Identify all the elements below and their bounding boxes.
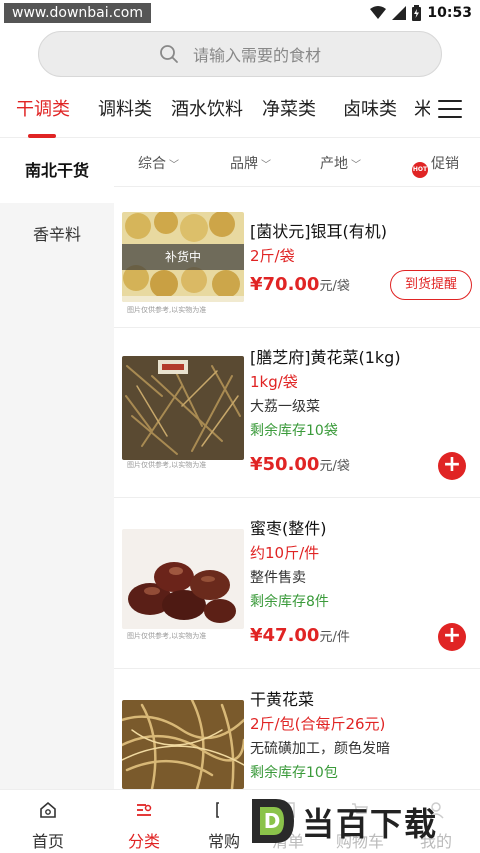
product-card[interactable]: 补货中 图片仅供参考,以实物为准 [菌状元]银耳(有机) 2斤/袋 ¥70.00… [114, 200, 480, 328]
product-name: [菌状元]银耳(有机) [250, 222, 387, 241]
price-value: ¥47.00 [250, 625, 320, 646]
product-spec: 1kg/袋 [250, 373, 298, 391]
price-unit: 元/袋 [319, 459, 350, 474]
logo-mark-icon: D [252, 799, 294, 843]
filter-origin-label: 产地 [320, 156, 348, 172]
product-image [122, 529, 244, 629]
filter-brand[interactable]: 品牌 ﹀ [230, 153, 271, 173]
search-icon [160, 45, 178, 63]
product-card[interactable]: 图片仅供参考,以实物为准 蜜枣(整件) 约10斤/件 整件售卖 剩余库存8件 ¥… [114, 499, 480, 669]
chevron-down-icon: ﹀ [261, 160, 271, 171]
status-icons: 10:53 [370, 4, 472, 22]
nav-home-label: 首页 [31, 832, 64, 851]
tab-seasoning[interactable]: 调料类 [98, 90, 152, 130]
wifi-icon [370, 6, 387, 19]
watermark-text: 当百下载 [302, 805, 439, 843]
status-time: 10:53 [427, 5, 472, 21]
category-tabs: 干调类 调料类 酒水饮料 净菜类 卤味类 米 [0, 90, 480, 138]
product-image [122, 356, 244, 460]
search-placeholder: 请输入需要的食材 [192, 46, 321, 65]
nav-home[interactable]: 首页 [8, 790, 88, 853]
product-name: [膳芝府]黄花菜(1kg) [250, 348, 401, 367]
product-name: 干黄花菜 [250, 690, 315, 709]
product-stock: 剩余库存10袋 [250, 423, 338, 439]
hot-icon: HOT [412, 162, 428, 178]
battery-icon [412, 5, 422, 21]
product-image: 补货中 [122, 212, 244, 302]
product-description: 大荔一级菜 [250, 399, 320, 415]
search-bar[interactable]: 请输入需要的食材 [38, 31, 442, 77]
filter-sort-label: 综合 [138, 156, 166, 172]
price-value: ¥50.00 [250, 454, 320, 475]
signal-icon [392, 6, 407, 20]
active-tab-indicator [28, 134, 56, 138]
tab-clean-vegetables[interactable]: 净菜类 [262, 90, 316, 130]
chevron-down-icon: ﹀ [169, 160, 179, 171]
product-description: 无硫磺加工，颜色发暗 [250, 741, 390, 757]
product-description: 整件售卖 [250, 570, 306, 586]
product-card[interactable]: 图片仅供参考,以实物为准 [膳芝府]黄花菜(1kg) 1kg/袋 大荔一级菜 剩… [114, 328, 480, 498]
image-disclaimer: 图片仅供参考,以实物为准 [127, 461, 207, 469]
category-icon [137, 804, 152, 816]
product-stock: 剩余库存8件 [250, 594, 329, 610]
frequent-icon [216, 802, 219, 818]
tab-drinks[interactable]: 酒水饮料 [171, 90, 243, 130]
product-price: ¥50.00元/袋 [250, 454, 350, 475]
product-name: 蜜枣(整件) [250, 519, 327, 538]
image-disclaimer: 图片仅供参考,以实物为准 [127, 632, 207, 640]
product-spec: 约10斤/件 [250, 544, 320, 562]
sidebar-item-dried-goods[interactable]: 南北干货 [0, 139, 114, 203]
home-icon [40, 801, 56, 818]
nav-category-label: 分类 [127, 832, 160, 851]
logo-letter: D [264, 809, 281, 833]
filter-origin[interactable]: 产地 ﹀ [320, 153, 361, 173]
tab-rice[interactable]: 米 [414, 90, 430, 130]
downbai-watermark-logo: D 当百下载 [246, 793, 476, 849]
filter-bar: 综合 ﹀ 品牌 ﹀ 产地 ﹀ HOT 促销 [114, 139, 480, 187]
price-unit: 元/件 [319, 630, 350, 645]
add-to-cart-button[interactable]: + [438, 452, 466, 480]
product-price: ¥47.00元/件 [250, 625, 350, 646]
menu-icon[interactable] [438, 100, 462, 120]
filter-sort[interactable]: 综合 ﹀ [138, 153, 179, 173]
product-price: ¥70.00元/袋 [250, 274, 350, 295]
status-bar: www.downbai.com 10:53 [0, 0, 480, 26]
product-image [122, 700, 244, 789]
product-card[interactable]: 干黄花菜 2斤/包(合每斤26元) 无硫磺加工，颜色发暗 剩余库存10包 [114, 670, 480, 789]
filter-promo-label: 促销 [431, 156, 459, 172]
price-unit: 元/袋 [319, 279, 350, 294]
notify-arrival-button[interactable]: 到货提醒 [390, 270, 472, 300]
product-spec: 2斤/包(合每斤26元) [250, 715, 386, 733]
add-to-cart-button[interactable]: + [438, 623, 466, 651]
filter-promo[interactable]: HOT 促销 [412, 153, 459, 178]
sidebar: 南北干货 香辛料 [0, 139, 114, 789]
chevron-down-icon: ﹀ [351, 160, 361, 171]
sidebar-item-spices[interactable]: 香辛料 [0, 203, 114, 267]
nav-category[interactable]: 分类 [104, 790, 184, 853]
site-watermark: www.downbai.com [4, 3, 151, 23]
image-disclaimer: 图片仅供参考,以实物为准 [127, 306, 207, 314]
product-stock: 剩余库存10包 [250, 765, 338, 781]
tab-braised[interactable]: 卤味类 [343, 90, 397, 130]
restocking-tag: 补货中 [122, 244, 244, 270]
product-spec: 2斤/袋 [250, 247, 295, 265]
tab-dry-seasoning[interactable]: 干调类 [16, 90, 70, 130]
price-value: ¥70.00 [250, 274, 320, 295]
filter-brand-label: 品牌 [230, 156, 258, 172]
